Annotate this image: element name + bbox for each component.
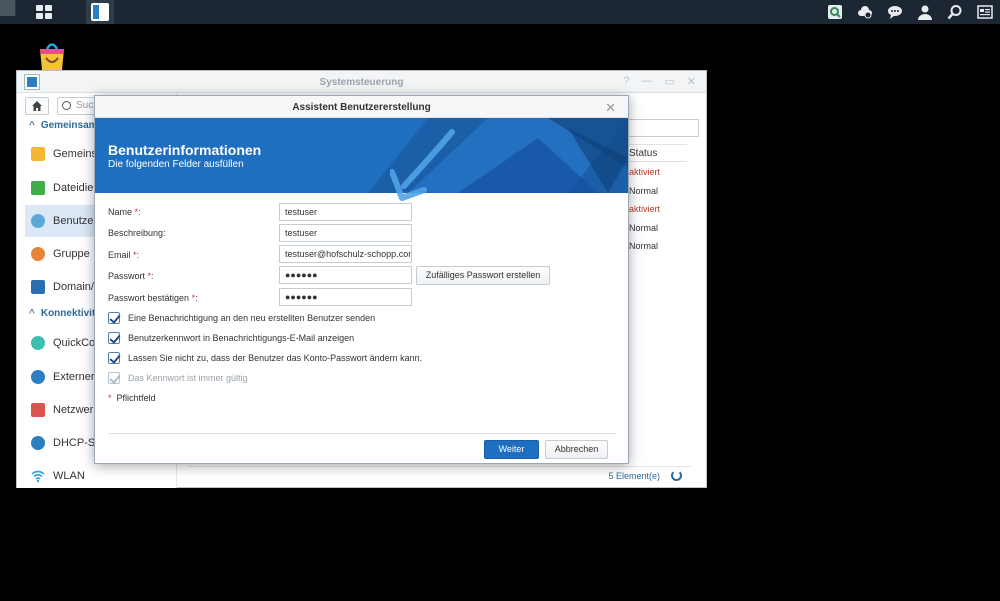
control-panel-app-icon [91, 3, 109, 21]
password-always-valid-checkbox: Das Kennwort ist immer gültig [108, 372, 248, 384]
help-icon[interactable]: ? [623, 75, 629, 88]
dialog-banner: Benutzerinformationen Die folgenden Feld… [95, 118, 628, 193]
banner-subtitle: Die folgenden Felder ausfüllen [108, 159, 244, 170]
user-creation-wizard-dialog: Assistent Benutzererstellung ✕ Benutzeri… [94, 95, 629, 464]
generate-random-password-button[interactable]: Zufälliges Passwort erstellen [416, 266, 550, 285]
search-icon[interactable] [946, 3, 964, 21]
banner-title: Benutzerinformationen [108, 142, 262, 158]
taskbar-corner [0, 0, 16, 16]
cancel-button[interactable]: Abbrechen [545, 440, 608, 459]
password-confirm-field[interactable]: ●●●●●● [279, 288, 412, 306]
annotation-arrow-icon [390, 129, 455, 201]
group-icon [31, 247, 45, 261]
home-button[interactable] [25, 97, 49, 115]
section-header-file-sharing[interactable]: Gemeinsam [29, 120, 98, 131]
checkbox-label: Das Kennwort ist immer gültig [128, 373, 248, 383]
refresh-icon[interactable] [671, 470, 682, 481]
section-header-connectivity[interactable]: Konnektivit [29, 308, 95, 319]
external-access-icon [31, 370, 45, 384]
sidebar-item-label: Gruppe [53, 248, 90, 260]
checkbox-checked[interactable] [108, 352, 120, 364]
taskbar [0, 0, 1000, 24]
maximize-icon[interactable]: ▭ [664, 75, 674, 88]
sidebar-item-wlan[interactable]: WLAN [25, 460, 177, 492]
network-icon [31, 403, 45, 417]
checkbox-checked-disabled [108, 372, 120, 384]
file-services-icon [31, 181, 45, 195]
password-field[interactable]: ●●●●●● [279, 266, 412, 284]
status-column-header[interactable]: Status [625, 144, 687, 162]
main-menu-icon[interactable] [34, 3, 52, 21]
dialog-titlebar[interactable]: Assistent Benutzererstellung ✕ [95, 96, 628, 118]
name-label: Name *: [108, 207, 141, 217]
table-row-status[interactable]: aktiviert [629, 204, 660, 214]
checkbox-checked[interactable] [108, 332, 120, 344]
taskbar-tray [826, 3, 994, 21]
show-password-in-email-checkbox[interactable]: Benutzerkennwort in Benachrichtigungs-E-… [108, 332, 354, 344]
close-icon[interactable]: ✕ [687, 75, 696, 88]
checkbox-checked[interactable] [108, 312, 120, 324]
sidebar-item-label: Netzwerk [53, 404, 99, 416]
user-icon[interactable] [916, 3, 934, 21]
next-button[interactable]: Weiter [484, 440, 539, 459]
name-field[interactable]: testuser [279, 203, 412, 221]
filter-input[interactable] [619, 119, 699, 137]
disallow-password-change-checkbox[interactable]: Lassen Sie nicht zu, dass der Benutzer d… [108, 352, 422, 364]
send-notification-checkbox[interactable]: Eine Benachrichtigung an den neu erstell… [108, 312, 375, 324]
shared-folder-icon [31, 147, 45, 161]
control-panel-taskbar-button[interactable] [86, 0, 114, 24]
search-app-icon[interactable] [826, 3, 844, 21]
sidebar-item-label: Dateidien [53, 182, 100, 194]
minimize-icon[interactable]: — [641, 75, 652, 88]
table-row-status[interactable]: aktiviert [629, 167, 660, 177]
checkbox-label: Benutzerkennwort in Benachrichtigungs-E-… [128, 333, 355, 343]
checkbox-label: Eine Benachrichtigung an den neu erstell… [128, 313, 376, 323]
table-footer: 5 Element(e) [187, 466, 692, 486]
domain-icon [31, 280, 45, 294]
table-row-status[interactable]: Normal [629, 241, 658, 251]
checkbox-label: Lassen Sie nicht zu, dass der Benutzer d… [128, 353, 423, 363]
table-row-status[interactable]: Normal [629, 186, 658, 196]
password-label: Passwort *: [108, 271, 154, 281]
window-buttons: ? — ▭ ✕ [623, 75, 696, 88]
email-field[interactable]: testuser@hofschulz-schopp.com [279, 245, 412, 263]
dialog-title: Assistent Benutzererstellung [292, 102, 431, 113]
control-panel-title: Systemsteuerung [319, 77, 404, 88]
quickconnect-icon [31, 336, 45, 350]
description-field[interactable]: testuser [279, 224, 412, 242]
home-icon [32, 101, 42, 111]
email-label: Email *: [108, 250, 140, 260]
close-icon[interactable]: ✕ [605, 100, 616, 116]
dhcp-server-icon [31, 436, 45, 450]
description-label: Beschreibung: [108, 228, 166, 238]
cloud-icon[interactable] [856, 3, 874, 21]
wifi-icon [31, 469, 45, 483]
package-center-desktop-icon[interactable] [37, 41, 67, 71]
table-row-status[interactable]: Normal [629, 223, 658, 233]
widgets-icon[interactable] [976, 3, 994, 21]
sidebar-item-label: WLAN [53, 470, 85, 482]
sidebar-item-label: Benutzer [53, 215, 98, 227]
user-icon [31, 214, 45, 228]
dialog-divider [108, 433, 616, 434]
search-icon [62, 101, 71, 110]
chat-icon[interactable] [886, 3, 904, 21]
item-count: 5 Element(e) [608, 471, 660, 481]
required-field-note: * Pflichtfeld [108, 393, 156, 403]
password-confirm-label: Passwort bestätigen *: [108, 293, 198, 303]
control-panel-titlebar[interactable]: Systemsteuerung ? — ▭ ✕ [17, 71, 706, 93]
